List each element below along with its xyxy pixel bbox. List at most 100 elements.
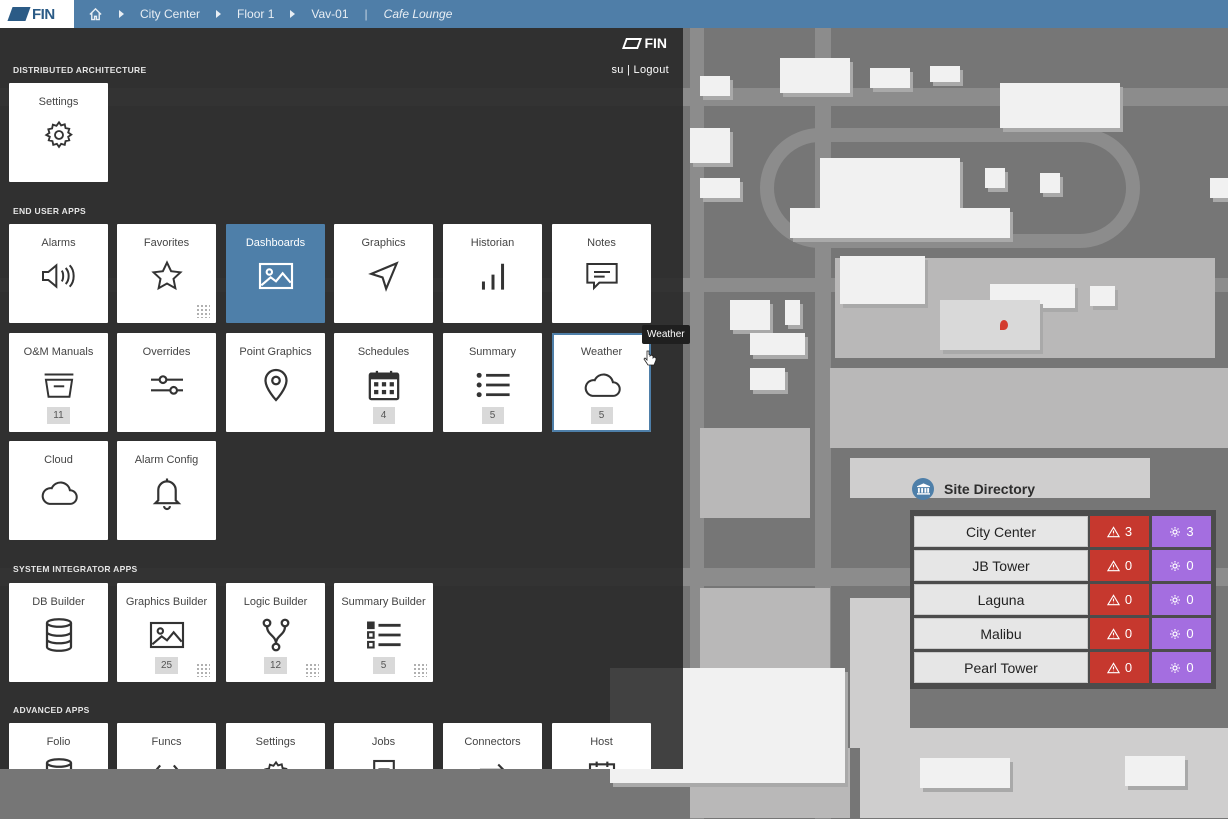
app-tile-alarm-config[interactable]: Alarm Config (117, 441, 216, 540)
app-tile-logic-builder[interactable]: Logic Builder 12 (226, 583, 325, 682)
fin-logo-mark (7, 7, 31, 21)
site-alarm-count[interactable]: 0 (1090, 584, 1149, 615)
app-tile-label: Weather (580, 346, 623, 358)
logout-link[interactable]: Logout (634, 64, 669, 76)
app-tile-settings[interactable]: Settings (9, 83, 108, 182)
spark-icon (1170, 662, 1181, 673)
map-pin-icon (261, 367, 291, 403)
site-spark-count[interactable]: 0 (1152, 652, 1211, 683)
app-tile-advanced-settings[interactable]: Settings (226, 723, 325, 769)
site-spark-count[interactable]: 3 (1152, 516, 1211, 547)
app-tile-label: Connectors (464, 736, 521, 748)
app-tile-label: Graphics (361, 237, 406, 249)
warning-icon (1106, 593, 1120, 605)
exchange-icon (476, 757, 510, 769)
app-tile-graphics-builder[interactable]: Graphics Builder 25 (117, 583, 216, 682)
site-name[interactable]: Malibu (914, 618, 1088, 649)
site-spark-count[interactable]: 0 (1152, 618, 1211, 649)
server-icon (586, 757, 618, 769)
app-tile-favorites[interactable]: Favorites (117, 224, 216, 323)
app-tile-overrides[interactable]: Overrides (117, 333, 216, 432)
app-tile-label: Cloud (44, 454, 73, 466)
app-tile-label: Alarm Config (134, 454, 199, 466)
app-tile-folio[interactable]: Folio (9, 723, 108, 769)
app-tile-label: Summary (468, 346, 517, 358)
breadcrumb-equip[interactable]: Vav-01 (311, 7, 348, 21)
alarm-count-value: 3 (1124, 524, 1133, 539)
section-end-user: END USER APPS (13, 206, 87, 216)
app-tile-alarms[interactable]: Alarms (9, 224, 108, 323)
chevron-right-icon (290, 10, 296, 18)
database-icon (44, 617, 74, 653)
site-alarm-count[interactable]: 0 (1090, 550, 1149, 581)
spark-icon (1170, 526, 1181, 537)
home-icon[interactable] (88, 7, 103, 21)
site-row-malibu[interactable]: Malibu 0 0 (914, 618, 1212, 649)
bar-chart-icon (478, 258, 508, 294)
site-name[interactable]: Laguna (914, 584, 1088, 615)
breadcrumb: City Center Floor 1 Vav-01 | Cafe Lounge (74, 7, 452, 21)
app-tile-point-graphics[interactable]: Point Graphics (226, 333, 325, 432)
app-tile-weather[interactable]: Weather 5 (552, 333, 651, 432)
spark-icon (1170, 628, 1181, 639)
breadcrumb-divider: | (364, 7, 368, 21)
breadcrumb-current: Cafe Lounge (383, 7, 453, 21)
app-tile-jobs[interactable]: Jobs (334, 723, 433, 769)
app-tile-dashboards[interactable]: Dashboards (226, 224, 325, 323)
chevron-right-icon (119, 10, 124, 18)
document-icon (370, 757, 398, 769)
app-tile-om-manuals[interactable]: O&M Manuals 11 (9, 333, 108, 432)
breadcrumb-site[interactable]: City Center (140, 7, 200, 21)
site-row-laguna[interactable]: Laguna 0 0 (914, 584, 1212, 615)
site-pin-icon[interactable] (1000, 320, 1008, 330)
spark-count-value: 0 (1186, 558, 1194, 573)
building-icon (912, 478, 934, 500)
app-tile-historian[interactable]: Historian (443, 224, 542, 323)
app-tile-label: Overrides (142, 346, 191, 358)
sliders-icon (147, 367, 187, 403)
site-alarm-count[interactable]: 0 (1090, 618, 1149, 649)
app-tile-connectors[interactable]: Connectors (443, 723, 542, 769)
resize-handle-icon (305, 663, 319, 677)
weather-tooltip: Weather (642, 325, 690, 344)
site-spark-count[interactable]: 0 (1152, 584, 1211, 615)
app-tile-notes[interactable]: Notes (552, 224, 651, 323)
site-row-jb-tower[interactable]: JB Tower 0 0 (914, 550, 1212, 581)
app-tile-db-builder[interactable]: DB Builder (9, 583, 108, 682)
spark-icon (1170, 560, 1181, 571)
site-name[interactable]: Pearl Tower (914, 652, 1088, 683)
gear-icon (43, 117, 75, 153)
app-tile-badge: 4 (372, 407, 395, 424)
app-tile-schedules[interactable]: Schedules 4 (334, 333, 433, 432)
app-tile-badge: 5 (590, 407, 613, 424)
section-advanced: ADVANCED APPS (13, 705, 90, 715)
spark-count-value: 0 (1186, 626, 1194, 641)
calendar-icon (367, 367, 401, 403)
site-spark-count[interactable]: 0 (1152, 550, 1211, 581)
app-tile-cloud[interactable]: Cloud (9, 441, 108, 540)
username-link[interactable]: su (611, 64, 623, 76)
app-tile-summary-builder[interactable]: Summary Builder 5 (334, 583, 433, 682)
resize-handle-icon (413, 663, 427, 677)
spark-icon (1170, 594, 1181, 605)
site-alarm-count[interactable]: 0 (1090, 652, 1149, 683)
site-name[interactable]: JB Tower (914, 550, 1088, 581)
star-icon (150, 258, 184, 294)
site-alarm-count[interactable]: 3 (1090, 516, 1149, 547)
breadcrumb-floor[interactable]: Floor 1 (237, 7, 274, 21)
site-row-pearl-tower[interactable]: Pearl Tower 0 0 (914, 652, 1212, 683)
app-tile-host[interactable]: Host (552, 723, 651, 769)
cloud-icon (38, 475, 80, 511)
site-row-city-center[interactable]: City Center 3 3 (914, 516, 1212, 547)
app-tile-summary[interactable]: Summary 5 (443, 333, 542, 432)
spark-count-value: 0 (1186, 660, 1194, 675)
site-directory: Site Directory City Center 3 3 JB Tower … (910, 478, 1220, 689)
speaker-icon (39, 258, 79, 294)
fin-logo[interactable]: FIN (0, 0, 74, 28)
image-icon (148, 617, 186, 653)
navigation-arrow-icon (367, 258, 401, 294)
app-tile-graphics[interactable]: Graphics (334, 224, 433, 323)
app-tile-funcs[interactable]: Funcs (117, 723, 216, 769)
resize-handle-icon (196, 663, 210, 677)
site-name[interactable]: City Center (914, 516, 1088, 547)
